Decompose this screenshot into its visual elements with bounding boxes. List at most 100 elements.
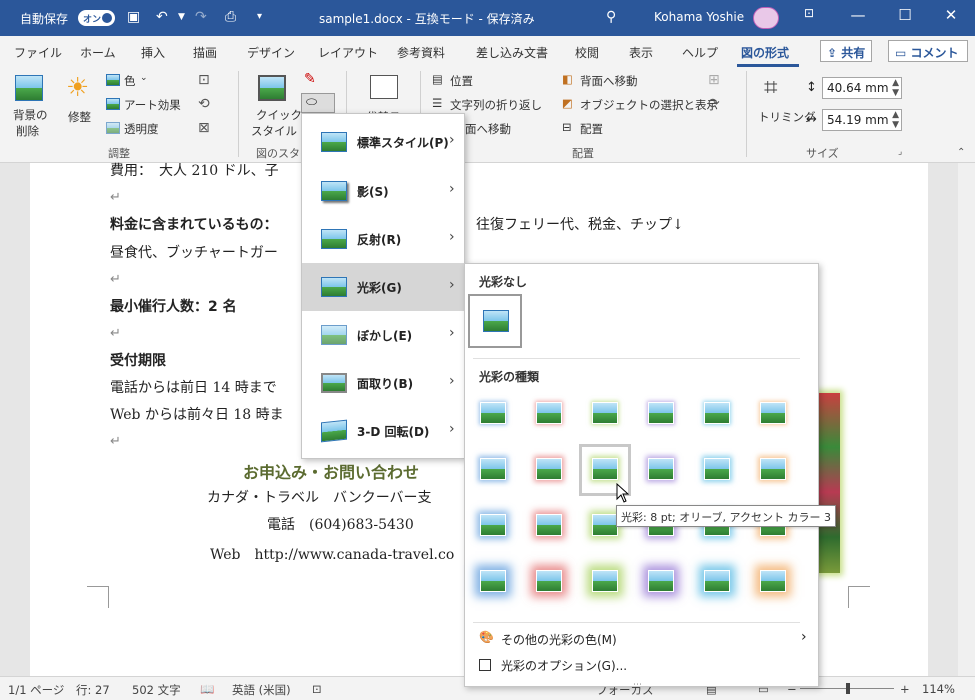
corrections-button[interactable]: ☀ 修整 <box>60 71 100 141</box>
zoom-level[interactable]: 114% <box>922 682 955 696</box>
checkbox-icon <box>479 659 491 671</box>
search-icon[interactable]: ⚲ <box>606 9 616 25</box>
no-glow-option[interactable] <box>468 294 522 348</box>
spinner-icon[interactable]: ▲ ▼ <box>892 78 899 98</box>
menu-item-bevel[interactable]: 面取り(B) › <box>302 359 464 407</box>
resize-handle-icon[interactable]: ⋯ <box>633 680 643 690</box>
bring-forward-button[interactable]: 面へ移動 <box>465 120 545 138</box>
comment-button[interactable]: ▭ コメント <box>888 40 968 62</box>
menu-item-glow[interactable]: 光彩(G) › <box>302 263 464 311</box>
glow-icon <box>321 277 347 297</box>
zoom-slider-thumb[interactable] <box>846 683 850 694</box>
color-button[interactable]: 色 ⌄ <box>104 72 154 90</box>
position-button[interactable]: ▤ 位置 <box>432 72 502 90</box>
glow-option[interactable] <box>467 444 519 496</box>
maximize-button[interactable]: ☐ <box>890 6 920 24</box>
glow-option[interactable] <box>467 500 519 552</box>
align-button[interactable]: ⊟ 配置 <box>562 120 632 138</box>
tab-layout[interactable]: レイアウト <box>318 44 378 61</box>
tab-picture-format[interactable]: 図の形式 <box>741 44 789 61</box>
tab-view[interactable]: 表示 <box>629 44 653 61</box>
size-dialog-launcher-icon[interactable]: ⌟ <box>898 147 902 157</box>
group-objects-icon[interactable]: ⊞ <box>708 72 720 88</box>
height-input[interactable]: 40.64 mm ▲ ▼ <box>822 77 902 99</box>
tab-review[interactable]: 校閲 <box>575 44 599 61</box>
ribbon-display-icon[interactable]: ⊡ <box>794 6 824 20</box>
tab-references[interactable]: 参考資料 <box>397 44 445 61</box>
save-icon[interactable]: ▣ <box>127 9 140 25</box>
menu-item-soft-edges[interactable]: ぼかし(E) › <box>302 311 464 359</box>
customize-qat-icon[interactable]: ▾ <box>257 9 262 25</box>
undo-dropdown-icon[interactable]: ▼ <box>178 9 185 25</box>
tab-insert[interactable]: 挿入 <box>141 44 165 61</box>
selection-pane-label: オブジェクトの選択と表示 <box>580 98 718 112</box>
menu-item-3d-rotation[interactable]: 3-D 回転(D) › <box>302 407 464 455</box>
tab-help[interactable]: ヘルプ <box>682 44 718 61</box>
glow-option[interactable] <box>635 444 687 496</box>
glow-option[interactable] <box>635 556 687 608</box>
change-picture-icon[interactable]: ⟲ <box>198 96 210 112</box>
rotate-icon[interactable]: ⟳ <box>708 96 720 112</box>
wrap-text-button[interactable]: ☰ 文字列の折り返し <box>432 96 562 114</box>
glow-option[interactable] <box>467 556 519 608</box>
glow-option[interactable] <box>691 388 743 440</box>
glow-option[interactable] <box>579 556 631 608</box>
autosave-toggle[interactable]: オン <box>78 10 115 26</box>
tab-design[interactable]: デザイン <box>247 44 295 61</box>
glow-option[interactable] <box>691 444 743 496</box>
menu-item-label: 影(S) <box>357 185 389 199</box>
glow-option[interactable] <box>691 556 743 608</box>
tab-draw[interactable]: 描画 <box>193 44 217 61</box>
minimize-button[interactable]: — <box>843 6 873 24</box>
glow-option[interactable] <box>523 388 575 440</box>
word-count[interactable]: 502 文字 <box>132 682 181 698</box>
zoom-in-icon[interactable]: + <box>900 682 910 696</box>
tab-mailings[interactable]: 差し込み文書 <box>476 44 548 61</box>
menu-item-preset[interactable]: 標準スタイル(P) › <box>302 118 464 166</box>
quick-styles-button[interactable]: クイック スタイル <box>244 71 302 141</box>
redo-icon[interactable]: ↷ <box>195 9 207 25</box>
undo-icon[interactable]: ↶ <box>156 9 168 25</box>
glow-option[interactable] <box>747 388 799 440</box>
remove-background-button[interactable]: 背景の 削除 <box>6 71 52 141</box>
spinner-icon[interactable]: ▲ ▼ <box>892 110 899 130</box>
line-number[interactable]: 行: 27 <box>76 682 110 698</box>
glow-option[interactable] <box>747 556 799 608</box>
width-input[interactable]: 54.19 mm ▲ ▼ <box>822 109 902 131</box>
art-effects-button[interactable]: アート効果 <box>104 96 194 114</box>
reset-picture-icon[interactable]: ⊠ <box>198 120 210 136</box>
tab-file[interactable]: ファイル <box>14 44 62 61</box>
proofing-icon[interactable]: 📖 <box>200 682 214 696</box>
glow-option[interactable] <box>523 444 575 496</box>
close-button[interactable]: ✕ <box>936 6 966 24</box>
picture-effects-button[interactable]: ⬭ <box>301 93 335 113</box>
more-glow-colors-item[interactable]: 🎨 その他の光彩の色(M) › <box>465 626 818 650</box>
page-count[interactable]: 1/1 ページ <box>8 682 64 698</box>
user-name[interactable]: Kohama Yoshie <box>654 10 744 24</box>
menu-item-shadow[interactable]: 影(S) › <box>302 167 464 215</box>
glow-option[interactable] <box>747 444 799 496</box>
glow-option[interactable] <box>467 388 519 440</box>
selection-pane-button[interactable]: ◩ オブジェクトの選択と表示 <box>562 96 718 114</box>
collapse-ribbon-icon[interactable]: ⌃ <box>957 147 965 158</box>
picture-border-icon[interactable]: ✎ <box>304 71 316 87</box>
glow-options-item[interactable]: 光彩のオプション(G)... <box>465 654 818 678</box>
quick-styles-icon <box>258 75 286 101</box>
glow-option[interactable] <box>635 388 687 440</box>
glow-option[interactable] <box>523 500 575 552</box>
glow-option[interactable] <box>523 556 575 608</box>
transparency-button[interactable]: 透明度 <box>104 120 184 138</box>
print-icon[interactable]: ⎙ <box>225 9 236 25</box>
send-backward-button[interactable]: ◧ 背面へ移動 <box>562 72 662 90</box>
tab-home[interactable]: ホーム <box>80 44 116 61</box>
menu-item-reflection[interactable]: 反射(R) › <box>302 215 464 263</box>
glow-option[interactable] <box>579 388 631 440</box>
vertical-scrollbar[interactable] <box>958 163 975 676</box>
language[interactable]: 英語 (米国) <box>232 682 291 698</box>
macro-icon[interactable]: ⊡ <box>312 682 322 696</box>
compress-pictures-icon[interactable]: ⊡ <box>198 72 210 88</box>
garden-photo[interactable] <box>818 393 840 573</box>
crop-button[interactable]: ⌗ トリミング <box>754 71 816 131</box>
share-button[interactable]: ⇪ 共有 <box>820 40 873 62</box>
avatar[interactable] <box>753 7 779 29</box>
